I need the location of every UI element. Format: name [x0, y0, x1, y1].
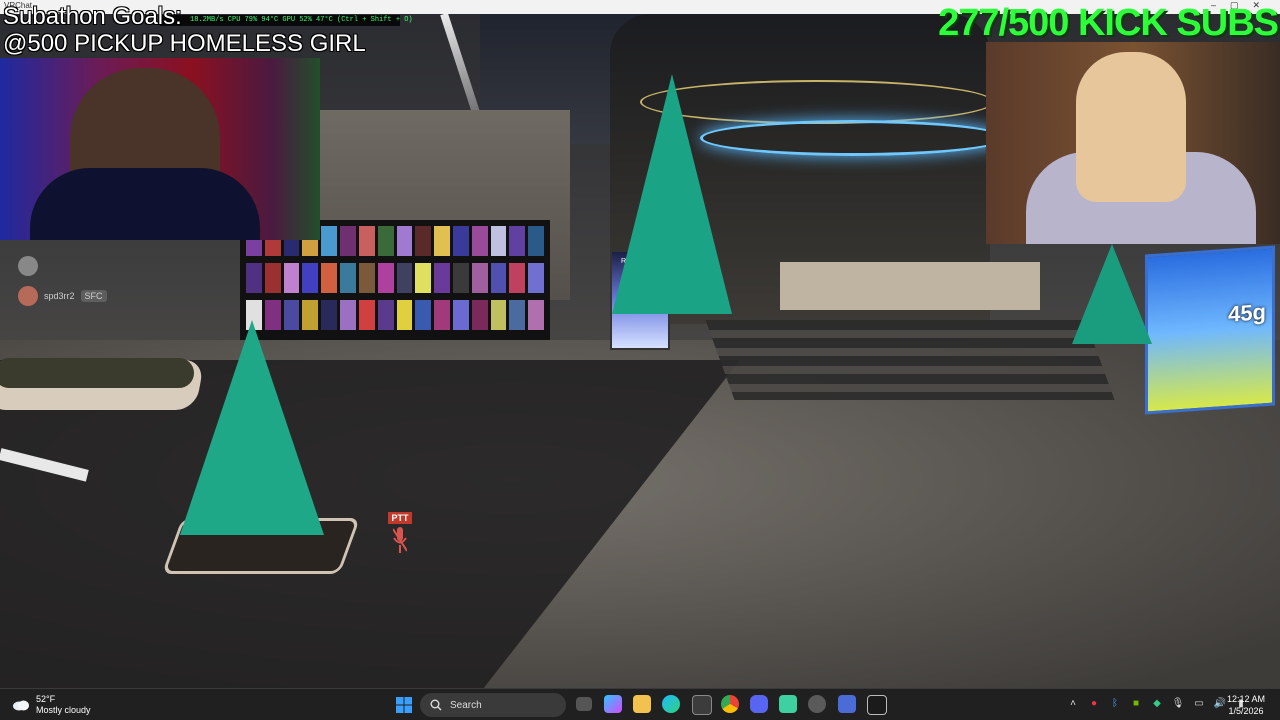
discord-icon[interactable] [750, 695, 768, 713]
reception-counter [780, 262, 1040, 310]
task-view-icon[interactable] [576, 697, 592, 711]
weather-widget[interactable]: 52°F Mostly cloudy [12, 694, 91, 716]
copilot-icon[interactable] [604, 695, 622, 713]
player-name: spd3rr2 [44, 291, 75, 301]
guest-webcam-right [986, 42, 1280, 244]
gloves-ad-board: 45g [1145, 245, 1275, 415]
ptt-label: PTT [388, 512, 412, 524]
nvidia-icon[interactable]: ■ [1129, 697, 1143, 711]
planter-grass [0, 358, 194, 388]
subathon-goal-item: @500 PICKUP HOMELESS GIRL [3, 30, 366, 57]
clock-time: 12:12 AM [1226, 694, 1266, 704]
streamer-shirt [30, 168, 260, 240]
tray-app-icon[interactable]: ● [1087, 697, 1101, 711]
weather-temp: 52°F [36, 694, 56, 704]
kick-subs-counter: 277/500 KICK SUBS [938, 2, 1279, 44]
bluetooth-icon[interactable]: ᛒ [1108, 697, 1122, 711]
clock-date: 1/5/2026 [1228, 706, 1264, 716]
weather-desc: Mostly cloudy [36, 705, 91, 715]
player-row[interactable] [18, 254, 230, 278]
obs-icon[interactable] [808, 695, 826, 713]
taskbar-search[interactable]: Search [420, 693, 566, 717]
windows-taskbar: 52°F Mostly cloudy Search ˄ ● ᛒ ■ ◆ 🎙 ▭ … [0, 688, 1280, 720]
player-tag: SFC [80, 290, 107, 302]
player-row[interactable]: spd3rr2 SFC [18, 284, 230, 308]
system-tray: ˄ ● ᛒ ■ ◆ 🎙 ▭ 🔊 ▮ [1066, 697, 1248, 711]
building-neon-ring [700, 120, 1006, 156]
microsoft-store-icon[interactable] [692, 695, 712, 715]
windows-start-icon[interactable] [396, 697, 412, 713]
muted-mic-icon [393, 527, 407, 553]
cloud-icon [13, 700, 29, 711]
chrome-icon[interactable] [721, 695, 739, 713]
christmas-tree-right [1072, 244, 1152, 344]
microphone-icon[interactable]: 🎙 [1171, 697, 1185, 711]
streamer-webcam-left [0, 58, 320, 240]
edge-icon[interactable] [662, 695, 680, 713]
file-explorer-icon[interactable] [633, 695, 651, 713]
subathon-goals-title: Subathon Goals: [3, 3, 182, 30]
ad-price: 45g [1228, 299, 1266, 327]
game-viewport[interactable]: REVENANT 45g PTT spd3rr2 SFC [0, 0, 1280, 688]
player-avatar [18, 256, 38, 276]
chevron-up-icon[interactable]: ˄ [1066, 697, 1080, 711]
guest-figure [1076, 52, 1186, 202]
push-to-talk-indicator: PTT [388, 512, 412, 564]
search-icon [430, 699, 442, 711]
volume-icon[interactable]: 🔊 [1213, 697, 1227, 711]
stairs [705, 320, 1115, 400]
shield-icon[interactable]: ◆ [1150, 697, 1164, 711]
app-icon-2[interactable] [838, 695, 856, 713]
player-nameplate-list: spd3rr2 SFC [0, 248, 230, 318]
christmas-tree-left [180, 320, 324, 535]
vrchat-icon[interactable] [867, 695, 887, 715]
player-avatar [18, 286, 38, 306]
search-label: Search [450, 699, 482, 711]
christmas-tree-center [612, 74, 732, 314]
performance-readout: 18.2MB/s CPU 79% 94°C GPU 52% 47°C (Ctrl… [160, 15, 413, 26]
app-icon[interactable] [779, 695, 797, 713]
network-icon[interactable]: ▭ [1192, 697, 1206, 711]
taskbar-clock[interactable]: 12:12 AM 1/5/2026 [1226, 693, 1266, 717]
